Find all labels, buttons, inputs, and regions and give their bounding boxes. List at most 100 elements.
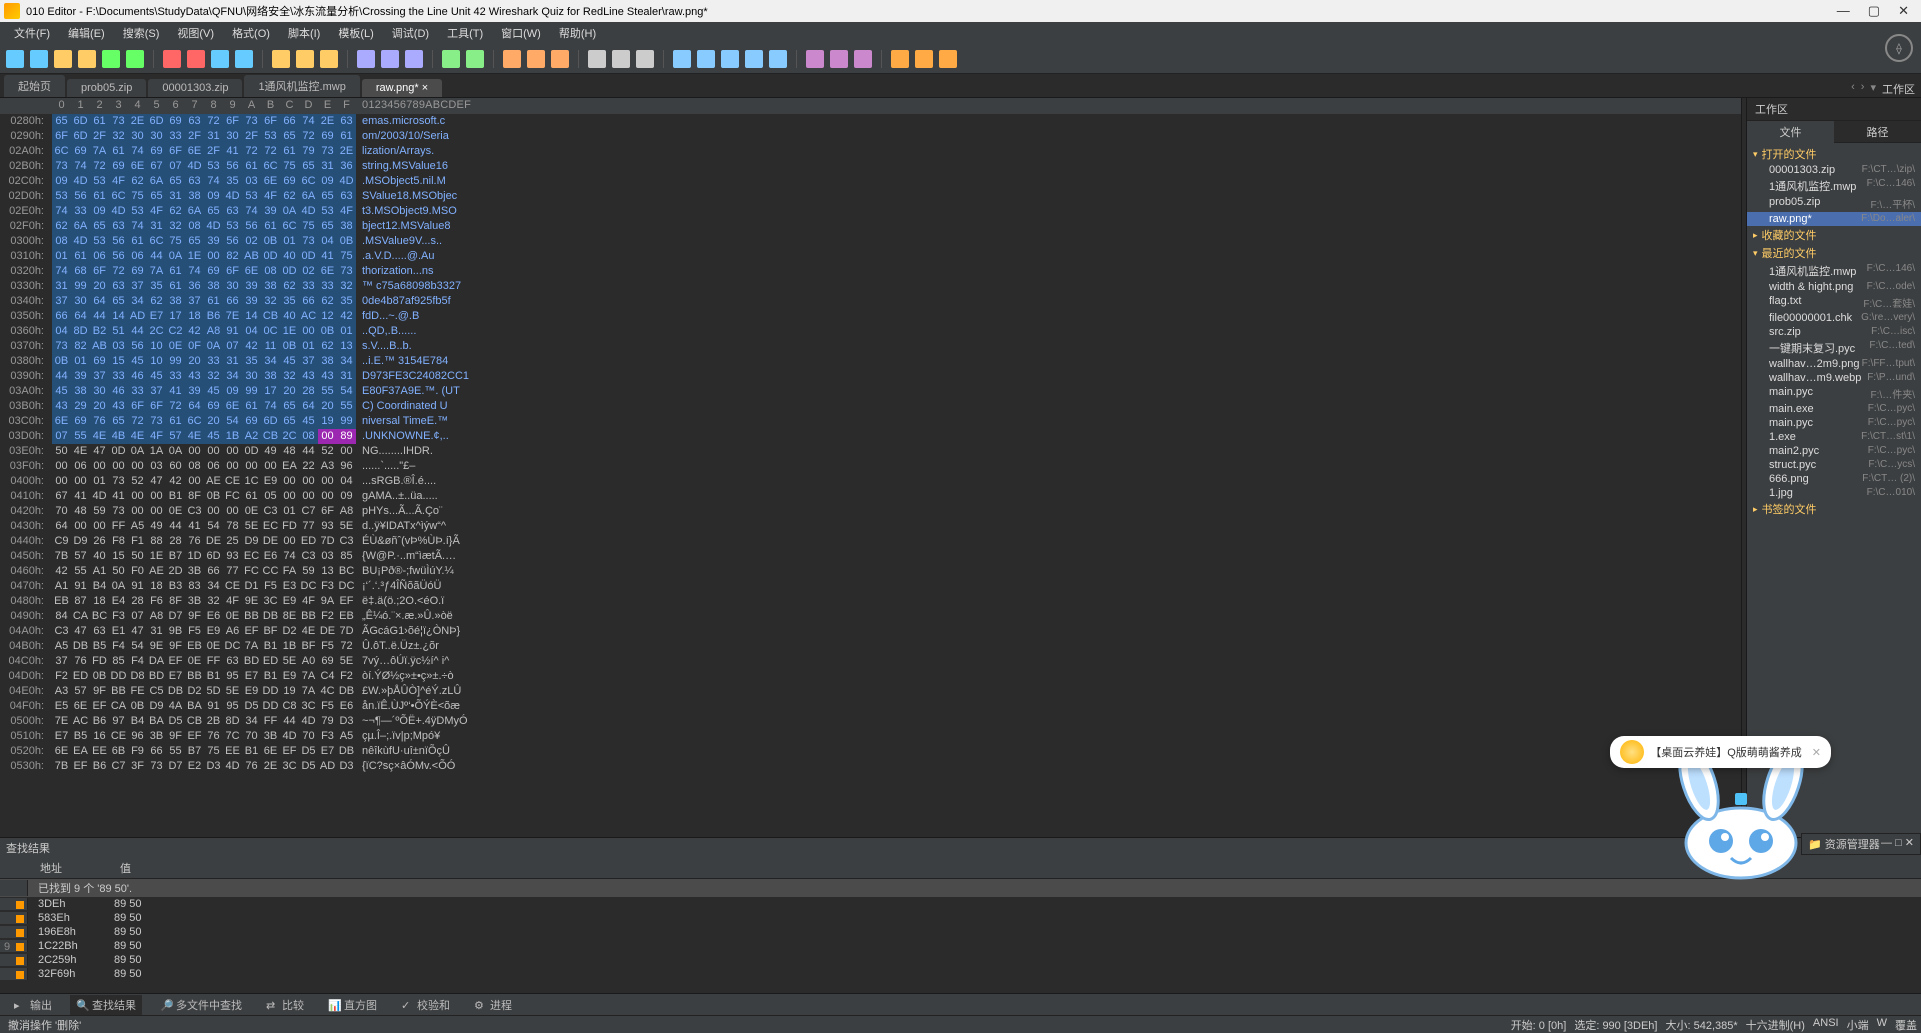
hex-byte[interactable]: 73 bbox=[52, 339, 71, 354]
ascii-dump[interactable]: {W@P.·..m“ìætÃ.… bbox=[362, 549, 456, 564]
hex-byte[interactable]: 49 bbox=[261, 444, 280, 459]
hex-byte[interactable]: D5 bbox=[299, 759, 318, 774]
ascii-dump[interactable]: £W.»þÅÛÒ]^éÝ.zLÛ bbox=[362, 684, 461, 699]
hex-byte[interactable]: 87 bbox=[71, 594, 90, 609]
hex-byte[interactable]: 53 bbox=[128, 204, 147, 219]
hex-byte[interactable]: 55 bbox=[166, 744, 185, 759]
hex-byte[interactable]: 01 bbox=[280, 234, 299, 249]
hex-byte[interactable]: B6 bbox=[90, 759, 109, 774]
hex-byte[interactable]: 33 bbox=[166, 129, 185, 144]
tree-item[interactable]: main.exeF:\C…pyc\ bbox=[1747, 402, 1921, 416]
find-col-value[interactable]: 值 bbox=[110, 858, 141, 878]
hex-byte[interactable]: BB bbox=[299, 609, 318, 624]
hex-byte[interactable]: 74 bbox=[128, 219, 147, 234]
ascii-dump[interactable]: ~¬¶—´ºÕË+.4ÿDMyÓ bbox=[362, 714, 468, 729]
hex-byte[interactable]: 69 bbox=[204, 399, 223, 414]
hex-byte[interactable]: 73 bbox=[318, 144, 337, 159]
hex-byte[interactable]: A8 bbox=[147, 609, 166, 624]
hex-byte[interactable]: 06 bbox=[71, 459, 90, 474]
hex-byte[interactable]: 25 bbox=[223, 534, 242, 549]
hex-byte[interactable]: 7A bbox=[90, 144, 109, 159]
hex-byte[interactable]: EA bbox=[280, 459, 299, 474]
hex-byte[interactable]: 00 bbox=[204, 249, 223, 264]
hex-byte[interactable]: 34 bbox=[204, 579, 223, 594]
hex-byte[interactable]: 34 bbox=[242, 714, 261, 729]
hex-byte[interactable]: 56 bbox=[109, 249, 128, 264]
hex-byte[interactable]: 3C bbox=[261, 594, 280, 609]
hex-byte[interactable]: 63 bbox=[337, 189, 356, 204]
hex-byte[interactable]: 6D bbox=[204, 549, 223, 564]
hex-byte[interactable]: 6F bbox=[147, 399, 166, 414]
hex-byte[interactable]: A5 bbox=[128, 519, 147, 534]
hex-byte[interactable]: 63 bbox=[109, 279, 128, 294]
hex-byte[interactable]: 33 bbox=[128, 384, 147, 399]
hex-byte[interactable]: 30 bbox=[90, 384, 109, 399]
hex-byte[interactable]: E9 bbox=[280, 594, 299, 609]
hex-byte[interactable]: ED bbox=[261, 654, 280, 669]
hex-byte[interactable]: 0E bbox=[166, 504, 185, 519]
hex-byte[interactable]: 35 bbox=[242, 354, 261, 369]
toolbar-button[interactable] bbox=[588, 50, 606, 68]
hex-byte[interactable]: 38 bbox=[185, 189, 204, 204]
hex-byte[interactable]: CA bbox=[71, 609, 90, 624]
document-tab[interactable]: 1通风机监控.mwp bbox=[244, 75, 359, 97]
find-result-row[interactable]: 1C22Bh89 50 bbox=[0, 939, 1921, 953]
hex-byte[interactable]: BF bbox=[261, 624, 280, 639]
hex-byte[interactable]: E7 bbox=[147, 309, 166, 324]
hex-byte[interactable]: 6C bbox=[261, 159, 280, 174]
hex-byte[interactable]: 53 bbox=[204, 159, 223, 174]
hex-byte[interactable]: 53 bbox=[261, 129, 280, 144]
hex-byte[interactable]: 54 bbox=[128, 639, 147, 654]
hex-byte[interactable]: D9 bbox=[242, 534, 261, 549]
hex-byte[interactable]: 61 bbox=[90, 114, 109, 129]
hex-byte[interactable]: 62 bbox=[318, 294, 337, 309]
hex-byte[interactable]: 37 bbox=[128, 279, 147, 294]
hex-byte[interactable]: B1 bbox=[166, 489, 185, 504]
hex-byte[interactable]: 4F bbox=[299, 594, 318, 609]
hex-byte[interactable]: EF bbox=[166, 654, 185, 669]
hex-byte[interactable]: 60 bbox=[166, 459, 185, 474]
hex-byte[interactable]: ED bbox=[71, 669, 90, 684]
hex-byte[interactable]: 50 bbox=[128, 549, 147, 564]
hex-byte[interactable]: AC bbox=[71, 714, 90, 729]
hex-byte[interactable]: 76 bbox=[242, 759, 261, 774]
hex-byte[interactable]: FD bbox=[280, 519, 299, 534]
hex-byte[interactable]: 67 bbox=[147, 159, 166, 174]
hex-byte[interactable]: 6E bbox=[223, 399, 242, 414]
hex-byte[interactable]: 3B bbox=[261, 729, 280, 744]
document-tab[interactable]: raw.png* × bbox=[362, 79, 442, 97]
hex-byte[interactable]: 00 bbox=[147, 504, 166, 519]
hex-byte[interactable]: 00 bbox=[204, 444, 223, 459]
hex-byte[interactable]: 45 bbox=[204, 429, 223, 444]
hex-byte[interactable]: 72 bbox=[261, 144, 280, 159]
hex-byte[interactable]: 55 bbox=[71, 564, 90, 579]
hex-byte[interactable]: EF bbox=[242, 624, 261, 639]
hex-byte[interactable]: 74 bbox=[261, 399, 280, 414]
toolbar-button[interactable] bbox=[503, 50, 521, 68]
hex-byte[interactable]: 37 bbox=[185, 294, 204, 309]
hex-byte[interactable]: 99 bbox=[71, 279, 90, 294]
hex-byte[interactable]: D9 bbox=[71, 534, 90, 549]
hex-byte[interactable]: 41 bbox=[71, 489, 90, 504]
hex-byte[interactable]: 72 bbox=[242, 144, 261, 159]
hex-byte[interactable]: 2F bbox=[204, 144, 223, 159]
bottom-tab[interactable]: 🔍查找结果 bbox=[70, 995, 142, 1015]
hex-byte[interactable]: EB bbox=[185, 639, 204, 654]
hex-byte[interactable]: 12 bbox=[318, 309, 337, 324]
status-segment[interactable]: 选定: 990 [3DEh] bbox=[1574, 1017, 1657, 1033]
hex-byte[interactable]: FD bbox=[90, 654, 109, 669]
ascii-dump[interactable]: C) Coordinated U bbox=[362, 399, 448, 414]
ascii-dump[interactable]: BU¡Pð®-;fwüÌúY.¼ bbox=[362, 564, 454, 579]
hex-byte[interactable]: 61 bbox=[337, 129, 356, 144]
hex-byte[interactable]: 93 bbox=[223, 549, 242, 564]
hex-byte[interactable]: 62 bbox=[280, 189, 299, 204]
hex-byte[interactable]: 36 bbox=[185, 279, 204, 294]
hex-byte[interactable]: 4D bbox=[223, 759, 242, 774]
hex-byte[interactable]: 65 bbox=[109, 294, 128, 309]
hex-byte[interactable]: 07 bbox=[223, 339, 242, 354]
hex-byte[interactable]: 4D bbox=[109, 204, 128, 219]
hex-byte[interactable]: 88 bbox=[147, 534, 166, 549]
hex-byte[interactable]: 6C bbox=[52, 144, 71, 159]
hex-byte[interactable]: 91 bbox=[223, 324, 242, 339]
find-result-row[interactable]: 3DEh89 50 bbox=[0, 897, 1921, 911]
